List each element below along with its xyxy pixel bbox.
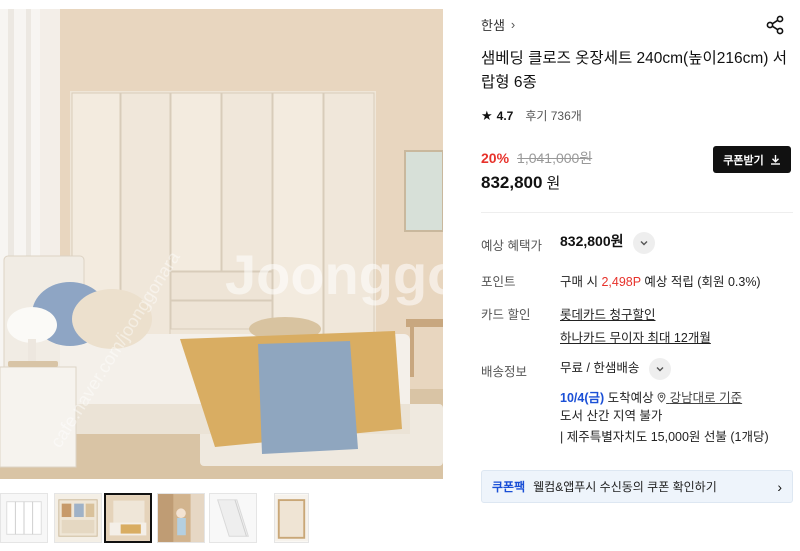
product-info-panel: 한샘 › 샘베딩 클로즈 옷장세트 240cm(높이216cm) 서랍형 6종 …: [481, 0, 800, 551]
currency-unit: 원: [546, 175, 561, 192]
delivery-method: 무료 / 한샘배송: [560, 361, 640, 375]
star-icon: ★: [481, 107, 493, 123]
benefit-expand-button[interactable]: [632, 231, 655, 254]
card-label: 카드 할인: [481, 308, 531, 322]
sale-price: 832,800: [481, 173, 543, 192]
benefit-price: 832,800원: [560, 233, 624, 249]
delivery-date: 10/4(금): [560, 391, 605, 405]
delivery-date-suffix: 도착예상: [607, 391, 654, 405]
product-title: 샘베딩 클로즈 옷장세트 240cm(높이216cm) 서랍형 6종: [481, 50, 787, 91]
review-count-link[interactable]: 후기 736개: [525, 107, 581, 124]
points-label: 포인트: [481, 275, 516, 289]
product-main-image: Joonggo cafe.naver.com/joonggonara: [0, 9, 443, 479]
coupon-button-label: 쿠폰받기: [723, 154, 764, 167]
points-amount: 2,498P: [601, 275, 641, 289]
sale-price-row: 832,800 원: [481, 172, 560, 193]
benefit-label: 예상 혜택가: [481, 239, 542, 253]
chevron-right-icon: ›: [777, 478, 782, 495]
thumbnail-4[interactable]: [157, 493, 205, 543]
thumbnail-3-selected[interactable]: [104, 493, 152, 543]
delivery-location: 강남대로 기준: [669, 391, 743, 405]
promo-text: 웰컴&앱푸시 수신동의 쿠폰 확인하기: [533, 480, 717, 494]
brand-link[interactable]: 한샘 ›: [481, 15, 515, 34]
benefit-row: 832,800원: [560, 231, 655, 254]
card-lotte-link[interactable]: 롯데카드 청구할인: [560, 304, 655, 323]
promo-tag: 쿠폰팩: [492, 480, 526, 494]
original-price: 1,041,000원: [517, 150, 593, 166]
delivery-note: 도서 산간 지역 불가: [560, 409, 663, 423]
coupon-pack-banner[interactable]: 쿠폰팩 웰컴&앱푸시 수신동의 쿠폰 확인하기 ›: [481, 470, 793, 503]
delivery-location-link[interactable]: 강남대로 기준: [657, 391, 742, 405]
delivery-jeju-fee: | 제주특별자치도 15,000원 선불 (1개당): [560, 430, 769, 444]
discount-rate: 20%: [481, 150, 510, 166]
chevron-right-icon: ›: [510, 17, 516, 32]
points-suffix: 예상 적립 (회원 0.3%): [644, 275, 761, 289]
rating-score: 4.7: [496, 108, 514, 123]
download-icon: [770, 155, 780, 165]
bedroom-wardrobe-photo: Joonggo cafe.naver.com/joonggonara: [0, 9, 443, 479]
thumbnail-6[interactable]: [274, 493, 309, 543]
delivery-eta-row: 10/4(금) 도착예상 강남대로 기준: [560, 387, 742, 406]
rating-summary: ★ 4.7 후기 736개: [481, 107, 582, 124]
card-hana-link[interactable]: 하나카드 무이자 최대 12개월: [560, 327, 711, 346]
coupon-download-button[interactable]: 쿠폰받기: [713, 146, 791, 173]
delivery-expand-button[interactable]: [648, 357, 671, 380]
chevron-down-icon: [656, 366, 664, 372]
thumbnail-2[interactable]: [54, 493, 102, 543]
points-prefix: 구매 시: [560, 275, 598, 289]
location-pin-icon: [657, 392, 666, 403]
thumbnail-1[interactable]: [0, 493, 48, 543]
chevron-down-icon: [640, 240, 648, 246]
points-row: 구매 시 2,498P 예상 적립 (회원 0.3%): [560, 271, 761, 290]
thumbnail-strip: [0, 493, 443, 543]
price-discount-row: 20% 1,041,000원: [481, 148, 592, 168]
watermark-text: Joonggo: [225, 243, 443, 306]
brand-name: 한샘: [481, 18, 505, 33]
delivery-method-row: 무료 / 한샘배송: [560, 357, 671, 380]
section-divider: [481, 212, 793, 213]
share-icon[interactable]: [764, 14, 786, 36]
thumbnail-5[interactable]: [209, 493, 257, 543]
delivery-label: 배송정보: [481, 365, 528, 379]
